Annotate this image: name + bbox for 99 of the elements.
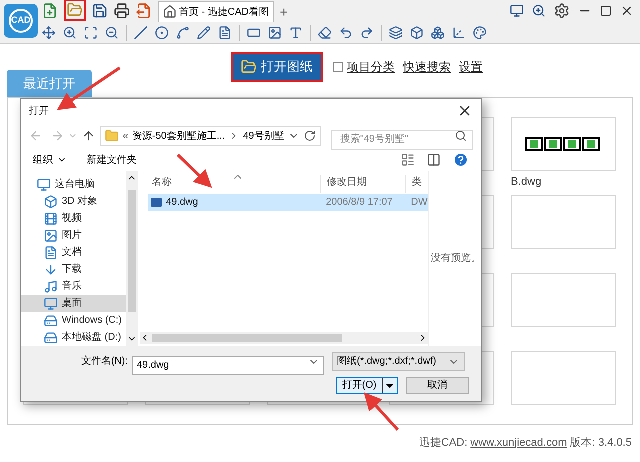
computer-icon: [37, 178, 51, 192]
nav-item[interactable]: 视频: [21, 210, 126, 227]
refresh-icon[interactable]: [304, 130, 316, 142]
nav-item[interactable]: 图片: [21, 227, 126, 244]
open-button[interactable]: 打开(O): [336, 377, 398, 394]
app-logo[interactable]: CAD: [4, 4, 38, 38]
link[interactable]: 设置: [459, 58, 483, 76]
cancel-button[interactable]: 取消: [406, 377, 469, 394]
nav-item[interactable]: 文档: [21, 244, 126, 261]
nav-item[interactable]: 音乐: [21, 278, 126, 295]
document-tab[interactable]: 首页 - 迅捷CAD看图: [158, 1, 274, 22]
video-icon: [44, 212, 58, 226]
annotation-arrow: [364, 392, 400, 431]
folder-icon: [241, 59, 257, 75]
toolbar-button[interactable]: 组织: [33, 152, 67, 168]
cube-icon: [44, 194, 58, 208]
layers-icon[interactable]: [389, 26, 403, 40]
desktop-icon: [44, 296, 58, 310]
new-file-icon[interactable]: [42, 3, 58, 19]
website-link[interactable]: www.xunjiecad.com: [470, 434, 568, 452]
dialog-title: 打开: [29, 104, 49, 118]
filename-field[interactable]: 49.dwg: [132, 356, 324, 375]
line-icon[interactable]: [134, 26, 148, 40]
folder-icon: [104, 129, 119, 143]
file-date: 2006/8/9 17:07: [325, 196, 394, 210]
nav-item[interactable]: 下载: [21, 261, 126, 278]
close-icon[interactable]: [620, 4, 634, 18]
address-bar[interactable]: « 资源-50套别墅施工... 49号别墅: [100, 126, 322, 146]
print-icon[interactable]: [114, 3, 130, 19]
file-row[interactable]: 49.dwg 2006/8/9 17:07 DW: [148, 194, 428, 211]
file-type: DW: [410, 196, 428, 210]
axis-icon[interactable]: [452, 26, 466, 40]
move-icon[interactable]: [42, 26, 56, 40]
file-name: 49.dwg: [166, 196, 198, 210]
zoom-icon[interactable]: [532, 4, 546, 18]
help-icon[interactable]: [453, 152, 469, 168]
footer-label: 迅捷CAD:: [419, 436, 468, 451]
new-tab-button[interactable]: +: [280, 5, 288, 19]
image-icon: [44, 228, 58, 242]
project-checkbox[interactable]: [333, 62, 343, 72]
pane-icon[interactable]: [427, 153, 441, 167]
address-prefix: «: [122, 130, 128, 144]
nav-item[interactable]: 这台电脑: [21, 176, 126, 193]
open-drawing-button[interactable]: 打开图纸: [233, 54, 321, 80]
nav-item[interactable]: 3D 对象: [21, 193, 126, 210]
home-icon: [163, 5, 177, 19]
annotation-arrow: [176, 154, 212, 188]
link[interactable]: 快速搜索: [403, 58, 451, 76]
eraser-icon[interactable]: [318, 26, 332, 40]
download-icon: [44, 262, 58, 276]
view-icon[interactable]: [401, 153, 415, 167]
file-type-dropdown[interactable]: 图纸(*.dwg;*.dxf;*.dwf): [332, 352, 465, 371]
file-icon: [151, 198, 162, 207]
save-icon[interactable]: [92, 3, 108, 19]
address-segment[interactable]: 资源-50套别墅施工...: [132, 128, 226, 144]
undo-icon[interactable]: [339, 26, 353, 40]
scrollbar[interactable]: [126, 171, 138, 346]
column-header[interactable]: 修改日期: [320, 175, 406, 193]
address-segment[interactable]: 49号别墅: [243, 128, 284, 144]
text-document-icon[interactable]: [218, 26, 232, 40]
nav-item[interactable]: Windows (C:): [21, 312, 126, 329]
nav-item[interactable]: 桌面: [21, 295, 126, 312]
maximize-icon[interactable]: [600, 5, 612, 17]
document-icon: [44, 246, 58, 260]
nav-item[interactable]: 本地磁盘 (D:): [21, 329, 126, 346]
checkbox-label: 项目分类: [347, 59, 395, 76]
box-icon[interactable]: [410, 26, 424, 40]
cube-icon[interactable]: [431, 26, 445, 40]
monitor-icon[interactable]: [510, 4, 524, 18]
thumbnail[interactable]: [511, 273, 616, 327]
thumbnail[interactable]: [511, 117, 616, 171]
file-name: B.dwg: [511, 175, 543, 190]
column-header[interactable]: 名称: [140, 175, 320, 193]
zoom-window-icon[interactable]: [84, 26, 98, 40]
up-icon[interactable]: [82, 129, 96, 143]
zoom-out-icon[interactable]: [105, 26, 119, 40]
preview-message: 没有预览。: [431, 252, 481, 266]
palette-icon[interactable]: [473, 26, 487, 40]
column-header[interactable]: 类: [405, 175, 428, 193]
music-icon: [44, 280, 58, 294]
settings-icon[interactable]: [554, 3, 570, 19]
filename-label: 文件名(N):: [80, 354, 129, 369]
text-icon[interactable]: [289, 26, 303, 40]
search-icon[interactable]: [455, 130, 468, 142]
image-icon[interactable]: [268, 26, 282, 40]
thumbnail[interactable]: [511, 195, 616, 249]
horizontal-scrollbar[interactable]: [140, 332, 428, 344]
zoom-in-icon[interactable]: [63, 26, 77, 40]
search-field[interactable]: 搜索"49号别墅": [331, 130, 474, 150]
version-text: 版本: 3.4.0.5: [570, 436, 632, 451]
drive-icon: [44, 314, 58, 328]
redo-icon[interactable]: [360, 26, 374, 40]
curve-icon[interactable]: [176, 26, 190, 40]
export-icon[interactable]: [136, 3, 152, 19]
drive-icon: [44, 330, 58, 344]
circle-icon[interactable]: [155, 26, 169, 40]
toolbar-button[interactable]: 新建文件夹: [87, 152, 137, 168]
thumbnail[interactable]: [511, 351, 616, 405]
pencil-icon[interactable]: [197, 26, 211, 40]
